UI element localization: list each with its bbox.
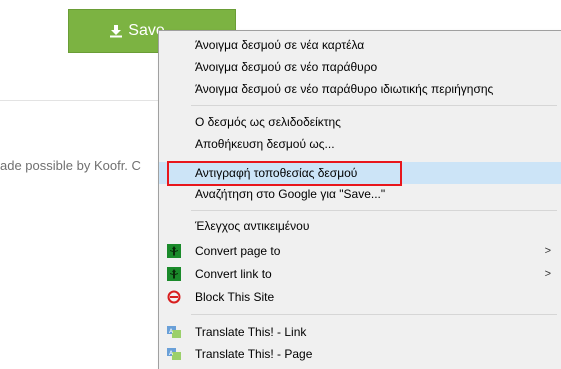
- translate-icon: A: [167, 348, 181, 360]
- menu-item-label: Block This Site: [195, 290, 275, 304]
- block-icon: [167, 290, 181, 304]
- menu-item-convert-link[interactable]: Convert link to >: [159, 263, 561, 285]
- menu-item-bookmark-link[interactable]: Ο δεσμός ως σελιδοδείκτης: [159, 111, 561, 133]
- menu-item-convert-page[interactable]: Convert page to >: [159, 240, 561, 262]
- menu-separator: [191, 210, 557, 211]
- translate-icon: A: [167, 326, 181, 338]
- divider: [0, 100, 160, 101]
- menu-separator: [191, 105, 557, 106]
- submenu-arrow-icon: >: [544, 268, 551, 280]
- context-menu: Άνοιγμα δεσμού σε νέα καρτέλα Άνοιγμα δε…: [158, 30, 561, 369]
- menu-item-label: Ο δεσμός ως σελιδοδείκτης: [195, 115, 341, 129]
- menu-item-label: Έλεγχος αντικειμένου: [195, 219, 310, 233]
- convert-icon: [167, 244, 181, 258]
- menu-item-block-site[interactable]: Block This Site: [159, 286, 561, 308]
- menu-item-copy-link-location[interactable]: Αντιγραφή τοποθεσίας δεσμού: [159, 162, 561, 184]
- menu-item-label: Convert link to: [195, 267, 272, 281]
- menu-item-label: Άνοιγμα δεσμού σε νέο παράθυρο ιδιωτικής…: [195, 82, 494, 96]
- page: Save ade possible by Koofr. C Άνοιγμα δε…: [0, 0, 561, 369]
- submenu-arrow-icon: >: [544, 245, 551, 257]
- menu-item-label: Translate This! - Page: [195, 347, 313, 361]
- menu-item-label: Αποθήκευση δεσμού ως...: [195, 137, 335, 151]
- menu-item-label: Αντιγραφή τοποθεσίας δεσμού: [195, 166, 358, 180]
- menu-item-label: Άνοιγμα δεσμού σε νέο παράθυρο: [195, 60, 378, 74]
- menu-item-inspect-element[interactable]: Έλεγχος αντικειμένου: [159, 215, 561, 237]
- menu-item-save-link-as[interactable]: Αποθήκευση δεσμού ως...: [159, 133, 561, 155]
- menu-item-search-google[interactable]: Αναζήτηση στο Google για "Save...": [159, 183, 561, 205]
- menu-item-open-new-window[interactable]: Άνοιγμα δεσμού σε νέο παράθυρο: [159, 56, 561, 78]
- menu-separator: [191, 314, 557, 315]
- footer-text: ade possible by Koofr. C: [0, 158, 141, 173]
- menu-item-open-private-window[interactable]: Άνοιγμα δεσμού σε νέο παράθυρο ιδιωτικής…: [159, 78, 561, 100]
- convert-icon: [167, 267, 181, 281]
- menu-item-label: Αναζήτηση στο Google για "Save...": [195, 187, 386, 201]
- menu-item-label: Translate This! - Link: [195, 325, 307, 339]
- menu-item-open-new-tab[interactable]: Άνοιγμα δεσμού σε νέα καρτέλα: [159, 34, 561, 56]
- menu-item-translate-page[interactable]: A Translate This! - Page: [159, 343, 561, 365]
- menu-item-translate-link[interactable]: A Translate This! - Link: [159, 321, 561, 343]
- menu-item-label: Convert page to: [195, 244, 281, 258]
- download-icon: [110, 25, 123, 38]
- menu-item-label: Άνοιγμα δεσμού σε νέα καρτέλα: [195, 38, 365, 52]
